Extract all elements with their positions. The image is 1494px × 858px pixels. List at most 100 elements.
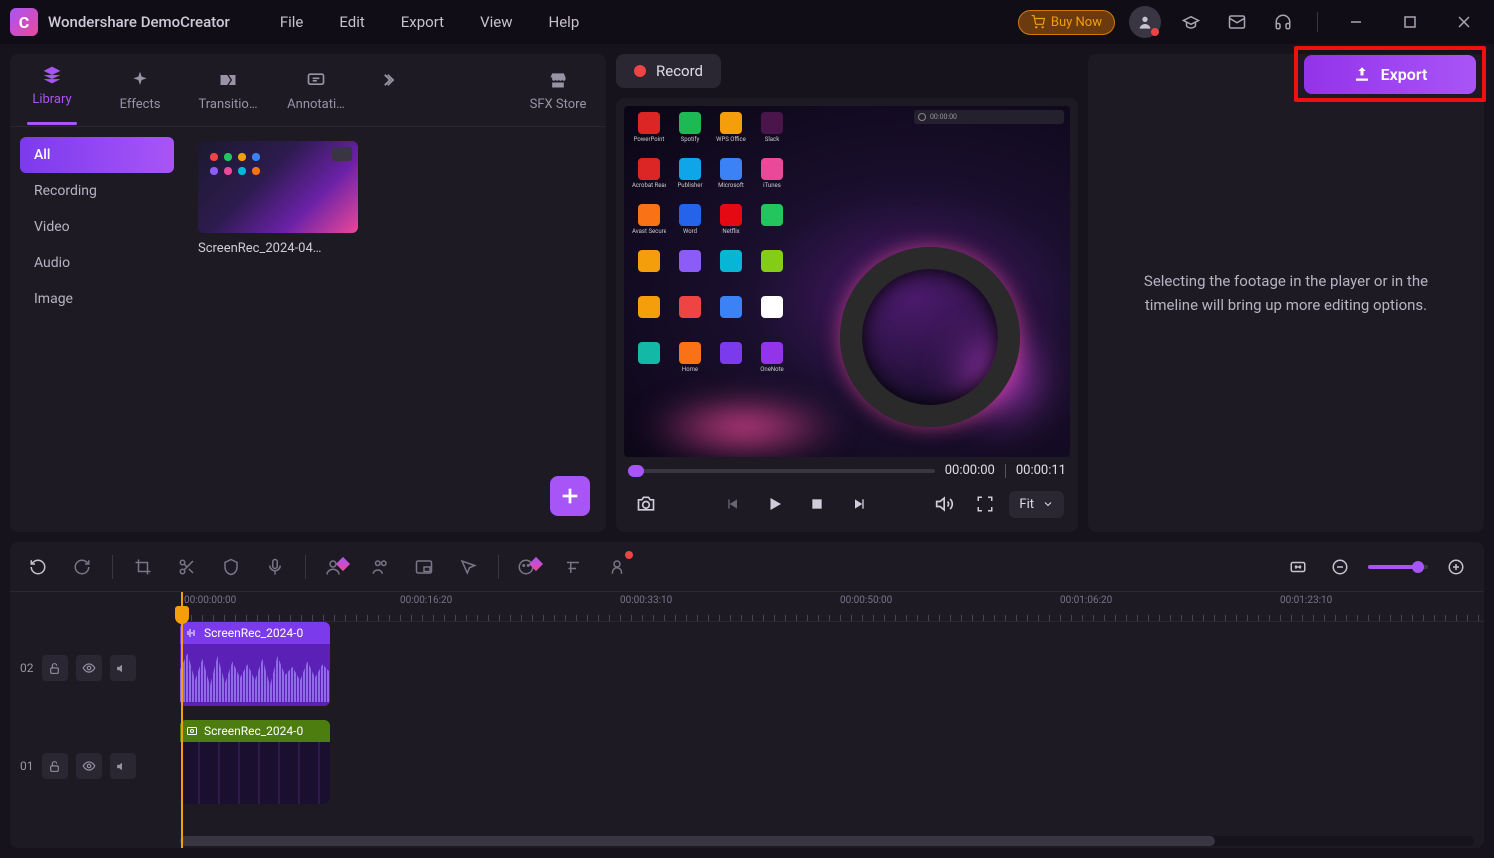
scrollbar-thumb[interactable] xyxy=(180,836,1215,846)
separator xyxy=(1317,12,1318,32)
play-button[interactable] xyxy=(759,488,791,520)
zoom-fit-select[interactable]: Fit xyxy=(1009,491,1064,518)
zoom-slider[interactable] xyxy=(1368,565,1428,569)
buy-now-button[interactable]: Buy Now xyxy=(1018,10,1115,35)
minimize-button[interactable] xyxy=(1336,6,1376,38)
group-button[interactable] xyxy=(366,553,394,581)
fit-timeline-button[interactable] xyxy=(1284,553,1312,581)
track-visibility-button[interactable] xyxy=(76,753,102,779)
text-tool-button[interactable] xyxy=(559,553,587,581)
category-recording[interactable]: Recording xyxy=(20,173,174,209)
timeline-tracks[interactable]: 00:00:00:00 00:00:16:20 00:00:33:10 00:0… xyxy=(180,592,1484,848)
marker-button[interactable] xyxy=(217,553,245,581)
next-frame-button[interactable] xyxy=(843,488,875,520)
mail-icon[interactable] xyxy=(1221,6,1253,38)
menu-export[interactable]: Export xyxy=(401,13,444,31)
pip-button[interactable] xyxy=(410,553,438,581)
camera-icon xyxy=(636,494,656,514)
menu-edit[interactable]: Edit xyxy=(339,13,364,31)
preview-panel: Record 00:00:00 PowerPoint Spotify WPS O… xyxy=(616,54,1078,532)
time-duration: 00:00:11 xyxy=(1016,463,1066,478)
tab-annotations[interactable]: Annotati… xyxy=(286,69,346,122)
timeline-ruler[interactable]: 00:00:00:00 00:00:16:20 00:00:33:10 00:0… xyxy=(180,592,1484,622)
pip-icon xyxy=(415,558,433,576)
video-clip[interactable]: ScreenRec_2024-0 xyxy=(180,720,330,804)
ai-avatar-button[interactable] xyxy=(603,553,631,581)
split-button[interactable] xyxy=(173,553,201,581)
scissors-icon xyxy=(178,558,196,576)
track-1[interactable]: ScreenRec_2024-0 xyxy=(180,720,1484,804)
volume-button[interactable] xyxy=(929,488,961,520)
menubar: File Edit Export View Help xyxy=(280,13,579,31)
people-icon xyxy=(371,558,389,576)
chevron-right-icon xyxy=(381,69,399,91)
undo-button[interactable] xyxy=(24,553,52,581)
track-2[interactable]: ScreenRec_2024-0 xyxy=(180,622,1484,706)
time-current: 00:00:00 xyxy=(945,463,995,478)
timeline-scrollbar[interactable] xyxy=(180,836,1474,846)
scrubber-track[interactable] xyxy=(628,469,935,473)
media-label: ScreenRec_2024-04… xyxy=(198,241,358,256)
audio-clip[interactable]: ScreenRec_2024-0 xyxy=(180,622,330,706)
track-lock-button[interactable] xyxy=(42,753,68,779)
graduation-icon[interactable] xyxy=(1175,6,1207,38)
timeline-toolbar xyxy=(10,542,1484,592)
crop-button[interactable] xyxy=(129,553,157,581)
tab-transitions[interactable]: Transitio… xyxy=(198,69,258,122)
record-dot-icon xyxy=(634,65,646,77)
playhead[interactable] xyxy=(181,592,183,848)
export-button[interactable]: Export xyxy=(1304,55,1476,94)
stop-button[interactable] xyxy=(801,488,833,520)
track-mute-button[interactable] xyxy=(110,753,136,779)
export-highlight-box: Export xyxy=(1294,46,1486,102)
tab-sfx-store[interactable]: SFX Store xyxy=(528,69,588,122)
tab-effects[interactable]: Effects xyxy=(110,69,170,122)
close-button[interactable] xyxy=(1444,6,1484,38)
speaker-icon xyxy=(116,662,129,675)
fullscreen-icon xyxy=(976,495,994,513)
zoom-in-button[interactable] xyxy=(1442,553,1470,581)
category-audio[interactable]: Audio xyxy=(20,245,174,281)
preview-canvas[interactable]: 00:00:00 PowerPoint Spotify WPS Office S… xyxy=(624,106,1070,457)
category-video[interactable]: Video xyxy=(20,209,174,245)
track-visibility-button[interactable] xyxy=(76,655,102,681)
menu-view[interactable]: View xyxy=(480,13,512,31)
user-account-icon[interactable] xyxy=(1129,6,1161,38)
main-area: Library Effects Transitio… Annotati… SFX… xyxy=(0,44,1494,532)
microphone-icon xyxy=(266,558,284,576)
menu-file[interactable]: File xyxy=(280,13,304,31)
voiceover-button[interactable] xyxy=(261,553,289,581)
ai-person-button[interactable] xyxy=(322,553,350,581)
track-headers: 02 01 xyxy=(10,592,180,848)
record-button[interactable]: Record xyxy=(616,54,721,88)
preview-scrubber: 00:00:00 00:00:11 xyxy=(624,457,1070,484)
maximize-button[interactable] xyxy=(1390,6,1430,38)
tab-more[interactable] xyxy=(360,69,420,122)
upload-icon xyxy=(1353,65,1371,83)
zoom-slider-thumb[interactable] xyxy=(1412,561,1424,573)
track-mute-button[interactable] xyxy=(110,655,136,681)
category-image[interactable]: Image xyxy=(20,281,174,317)
prev-frame-button[interactable] xyxy=(717,488,749,520)
fullscreen-button[interactable] xyxy=(969,488,1001,520)
cursor-icon xyxy=(459,558,477,576)
snapshot-button[interactable] xyxy=(630,488,662,520)
tab-library[interactable]: Library xyxy=(22,64,82,126)
chevron-down-icon xyxy=(1042,498,1054,510)
track-number: 02 xyxy=(20,661,34,675)
scrubber-thumb[interactable] xyxy=(628,465,644,477)
stop-icon xyxy=(809,496,825,512)
waveform-icon xyxy=(186,627,198,639)
video-badge-icon xyxy=(332,147,352,161)
media-item[interactable]: ScreenRec_2024-04… xyxy=(198,141,358,256)
add-media-button[interactable] xyxy=(550,476,590,516)
redo-button[interactable] xyxy=(68,553,96,581)
zoom-out-button[interactable] xyxy=(1326,553,1354,581)
properties-hint: Selecting the footage in the player or i… xyxy=(1118,269,1454,317)
track-lock-button[interactable] xyxy=(42,655,68,681)
menu-help[interactable]: Help xyxy=(549,13,580,31)
category-all[interactable]: All xyxy=(20,137,174,173)
ai-circle-button[interactable] xyxy=(515,553,543,581)
cursor-button[interactable] xyxy=(454,553,482,581)
headset-icon[interactable] xyxy=(1267,6,1299,38)
